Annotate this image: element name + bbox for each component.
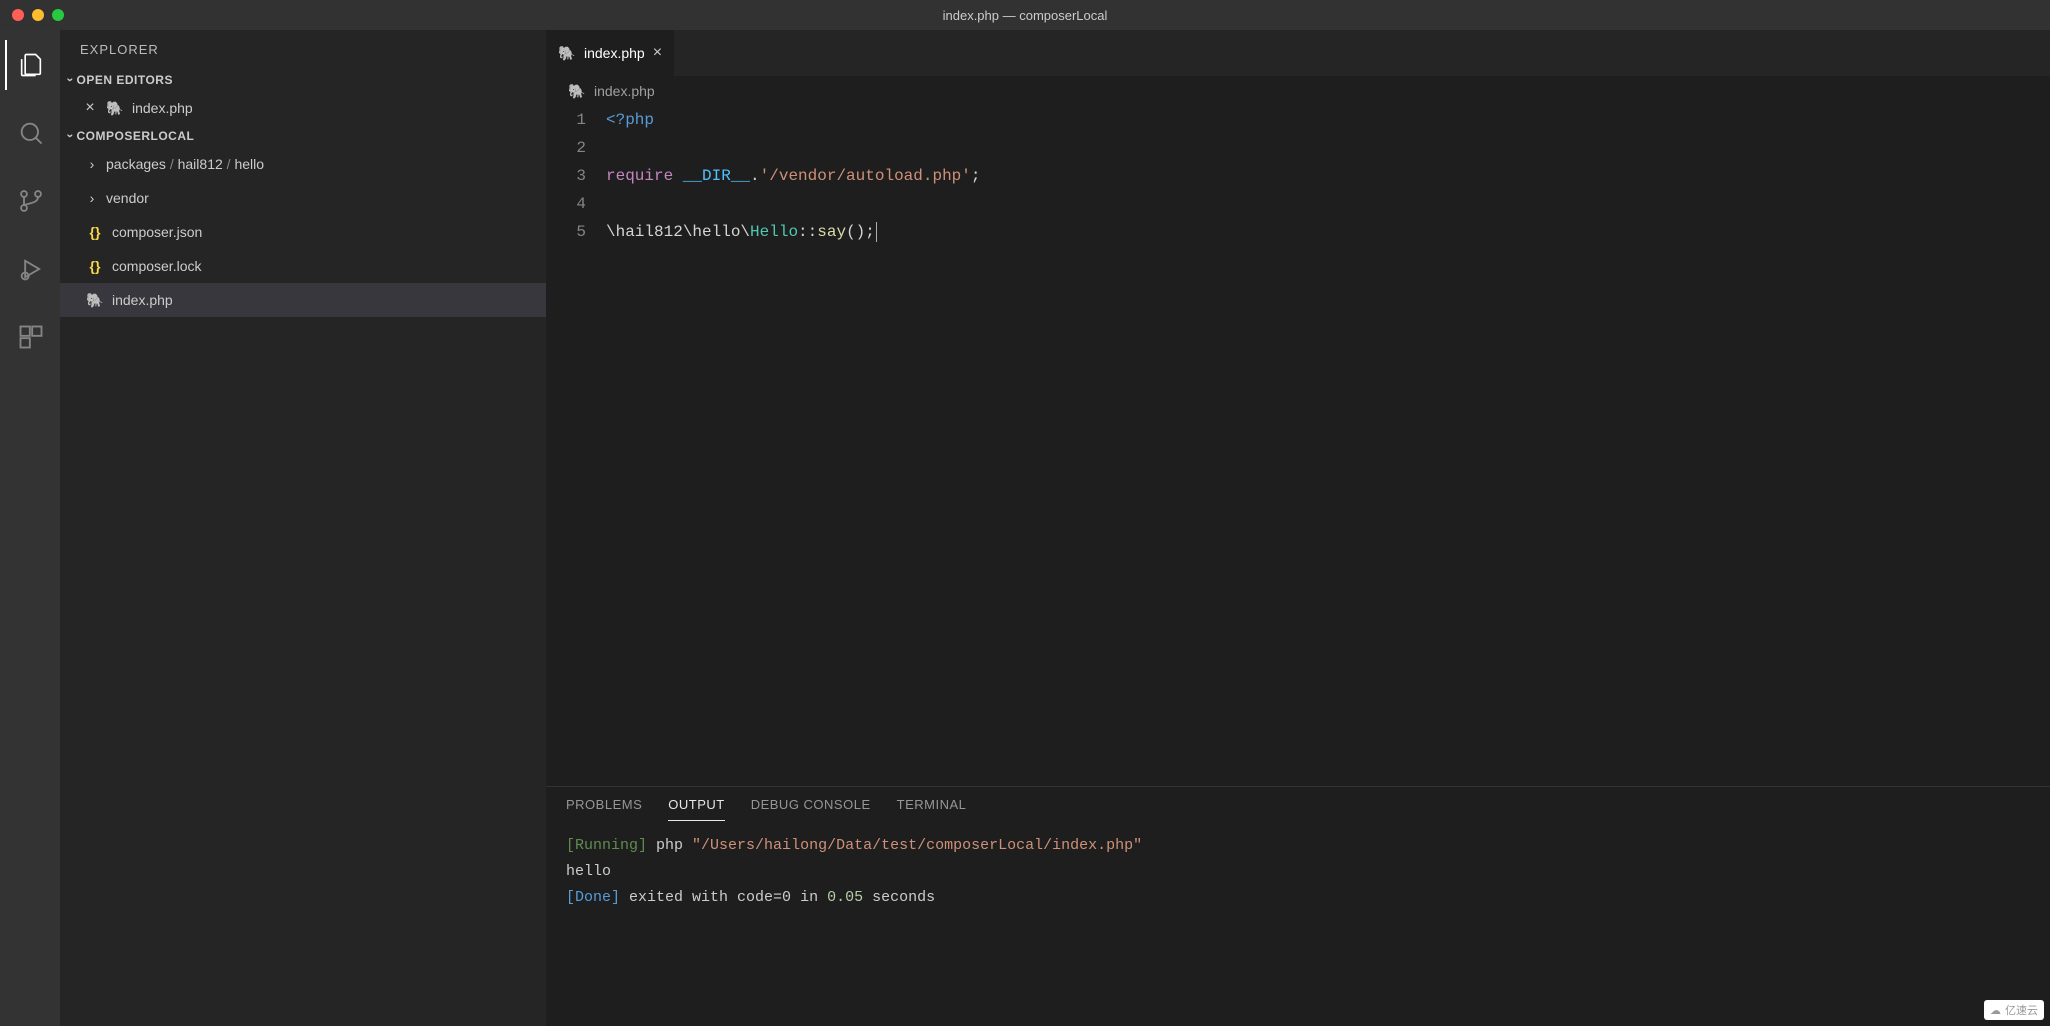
open-editors-list: × 🐘 index.php [60,91,546,125]
maximize-window-button[interactable] [52,9,64,21]
open-editors-header[interactable]: › OPEN EDITORS [60,69,546,91]
extensions-activity[interactable] [5,312,55,362]
panel-tab-output[interactable]: OUTPUT [668,797,724,821]
code-editor[interactable]: 12345 <?phprequire __DIR__.'/vendor/auto… [546,106,2050,786]
panel-tab-terminal[interactable]: TERMINAL [897,797,967,821]
debug-icon [17,255,45,283]
editor-tabs: 🐘 index.php × [546,30,2050,76]
code-content[interactable]: <?phprequire __DIR__.'/vendor/autoload.p… [606,106,2050,786]
debug-activity[interactable] [5,244,55,294]
folder-name: vendor [106,190,149,206]
folder-name: packages / hail812 / hello [106,156,264,172]
window-controls [0,9,64,21]
branch-icon [17,187,45,215]
file-item[interactable]: 🐘 index.php [60,283,546,317]
chevron-right-icon: › [86,156,98,172]
workspace-label: COMPOSERLOCAL [77,129,195,143]
window-title: index.php — composerLocal [943,8,1108,23]
chevron-down-icon: › [63,78,77,83]
panel-tabs: PROBLEMS OUTPUT DEBUG CONSOLE TERMINAL [546,787,2050,821]
output-line: hello [566,859,2030,885]
workspace-header[interactable]: › COMPOSERLOCAL [60,125,546,147]
watermark: ☁ 亿速云 [1984,1000,2044,1020]
workspace-tree: › packages / hail812 / hello › vendor {} comp… [60,147,546,317]
search-icon [17,119,45,147]
php-icon: 🐘 [568,82,586,100]
extensions-icon [17,323,45,351]
close-editor-icon[interactable]: × [82,99,98,117]
editor-group: 🐘 index.php × 🐘 index.php 12345 <?phpreq… [546,30,2050,1026]
panel-tab-problems[interactable]: PROBLEMS [566,797,642,821]
sidebar-title: EXPLORER [60,30,546,69]
output-panel[interactable]: [Running] php "/Users/hailong/Data/test/… [546,821,2050,1026]
output-line: [Done] exited with code=0 in 0.05 second… [566,885,2030,911]
open-editor-filename: index.php [132,100,193,116]
titlebar: index.php — composerLocal [0,0,2050,30]
tab-filename: index.php [584,45,645,61]
breadcrumb-file: index.php [594,83,655,99]
close-window-button[interactable] [12,9,24,21]
panel-tab-debug-console[interactable]: DEBUG CONSOLE [751,797,871,821]
cloud-icon: ☁ [1990,1004,2001,1017]
editor-tab[interactable]: 🐘 index.php × [546,30,675,76]
line-numbers: 12345 [546,106,606,786]
search-activity[interactable] [5,108,55,158]
source-control-activity[interactable] [5,176,55,226]
output-line: [Running] php "/Users/hailong/Data/test/… [566,833,2030,859]
folder-item[interactable]: › vendor [60,181,546,215]
file-name: index.php [112,292,173,308]
explorer-sidebar: EXPLORER › OPEN EDITORS × 🐘 index.php › … [60,30,546,1026]
file-item[interactable]: {} composer.json [60,215,546,249]
open-editors-label: OPEN EDITORS [77,73,173,87]
json-icon: {} [86,257,104,275]
bottom-panel: PROBLEMS OUTPUT DEBUG CONSOLE TERMINAL [… [546,786,2050,1026]
php-icon: 🐘 [558,44,576,62]
php-icon: 🐘 [86,291,104,309]
activity-bar [0,30,60,1026]
file-name: composer.lock [112,258,201,274]
explorer-activity[interactable] [5,40,55,90]
chevron-down-icon: › [63,134,77,139]
file-name: composer.json [112,224,202,240]
chevron-right-icon: › [86,190,98,206]
breadcrumbs[interactable]: 🐘 index.php [546,76,2050,106]
close-tab-icon[interactable]: × [653,44,662,62]
folder-item[interactable]: › packages / hail812 / hello [60,147,546,181]
php-icon: 🐘 [106,99,124,117]
files-icon [17,51,45,79]
json-icon: {} [86,223,104,241]
file-item[interactable]: {} composer.lock [60,249,546,283]
open-editor-item[interactable]: × 🐘 index.php [60,91,546,125]
minimize-window-button[interactable] [32,9,44,21]
